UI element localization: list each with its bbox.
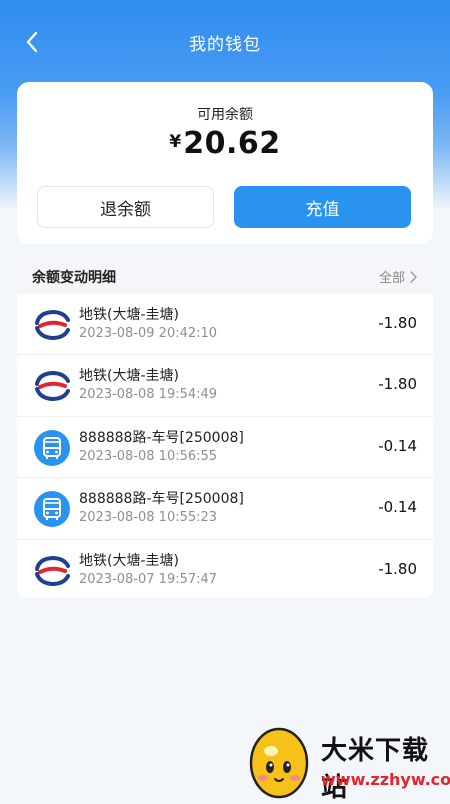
- record-item[interactable]: 地铁(大塘-圭塘) 2023-08-07 19:57:47 -1.80: [17, 538, 433, 598]
- refund-balance-button[interactable]: 退余额: [37, 186, 214, 228]
- record-time: 2023-08-07 19:57:47: [79, 571, 218, 587]
- records-title: 余额变动明细: [32, 270, 116, 286]
- watermark: 大米下载站 www.zzhyw.com: [243, 718, 450, 803]
- record-name: 地铁(大塘-圭塘): [79, 368, 179, 385]
- balance-card: 可用余额 ¥20.62 退余额 充值: [17, 82, 433, 244]
- record-amount: -1.80: [378, 314, 417, 332]
- record-time: 2023-08-08 10:56:55: [79, 448, 218, 464]
- metro-logo-icon: [33, 367, 71, 405]
- record-amount: -0.14: [378, 498, 417, 517]
- view-all-link[interactable]: 全部: [379, 267, 417, 286]
- view-all-label: 全部: [378, 271, 405, 286]
- watermark-title: 大米下载站: [321, 736, 430, 803]
- bus-icon: [33, 490, 71, 528]
- record-item[interactable]: 地铁(大塘-圭塘) 2023-08-08 19:54:49 -1.80: [17, 354, 433, 415]
- record-item[interactable]: 地铁(大塘-圭塘) 2023-08-09 20:42:10 -1.80: [17, 294, 433, 354]
- record-item[interactable]: 888888路-车号[250008] 2023-08-08 10:56:55 -…: [17, 415, 433, 477]
- records-list: 地铁(大塘-圭塘) 2023-08-09 20:42:10 -1.80 地铁(大…: [17, 294, 433, 598]
- currency-symbol: ¥: [169, 132, 182, 152]
- top-bar: 我的钱包: [0, 0, 450, 86]
- balance-value: 20.62: [183, 126, 281, 161]
- page-title: 我的钱包: [189, 35, 261, 55]
- record-time: 2023-08-09 20:42:10: [79, 326, 218, 341]
- bus-icon: [33, 429, 71, 467]
- record-time: 2023-08-08 19:54:49: [79, 387, 218, 403]
- record-amount: -1.80: [378, 559, 417, 578]
- recharge-button[interactable]: 充值: [234, 186, 411, 228]
- record-name: 888888路-车号[250008]: [79, 491, 244, 508]
- record-amount: -1.80: [378, 375, 417, 394]
- record-name: 地铁(大塘-圭塘): [79, 552, 179, 569]
- record-item[interactable]: 888888路-车号[250008] 2023-08-08 10:55:23 -…: [17, 477, 433, 538]
- record-time: 2023-08-08 10:55:23: [79, 510, 218, 526]
- chevron-right-icon: [410, 270, 417, 283]
- watermark-url: www.zzhyw.com: [321, 770, 450, 789]
- balance-amount: ¥20.62: [17, 126, 433, 161]
- record-name: 地铁(大塘-圭塘): [79, 307, 179, 323]
- balance-records-card: 余额变动明细 全部 地铁(大塘-圭塘) 2023-08-09 20:42:10 …: [17, 258, 433, 598]
- egg-mascot-icon: [249, 727, 309, 799]
- metro-logo-icon: [33, 306, 71, 344]
- records-header: 余额变动明细 全部: [17, 258, 433, 294]
- balance-label: 可用余额: [197, 107, 253, 123]
- record-amount: -0.14: [378, 436, 417, 455]
- record-name: 888888路-车号[250008]: [79, 429, 244, 446]
- metro-logo-icon: [33, 552, 71, 590]
